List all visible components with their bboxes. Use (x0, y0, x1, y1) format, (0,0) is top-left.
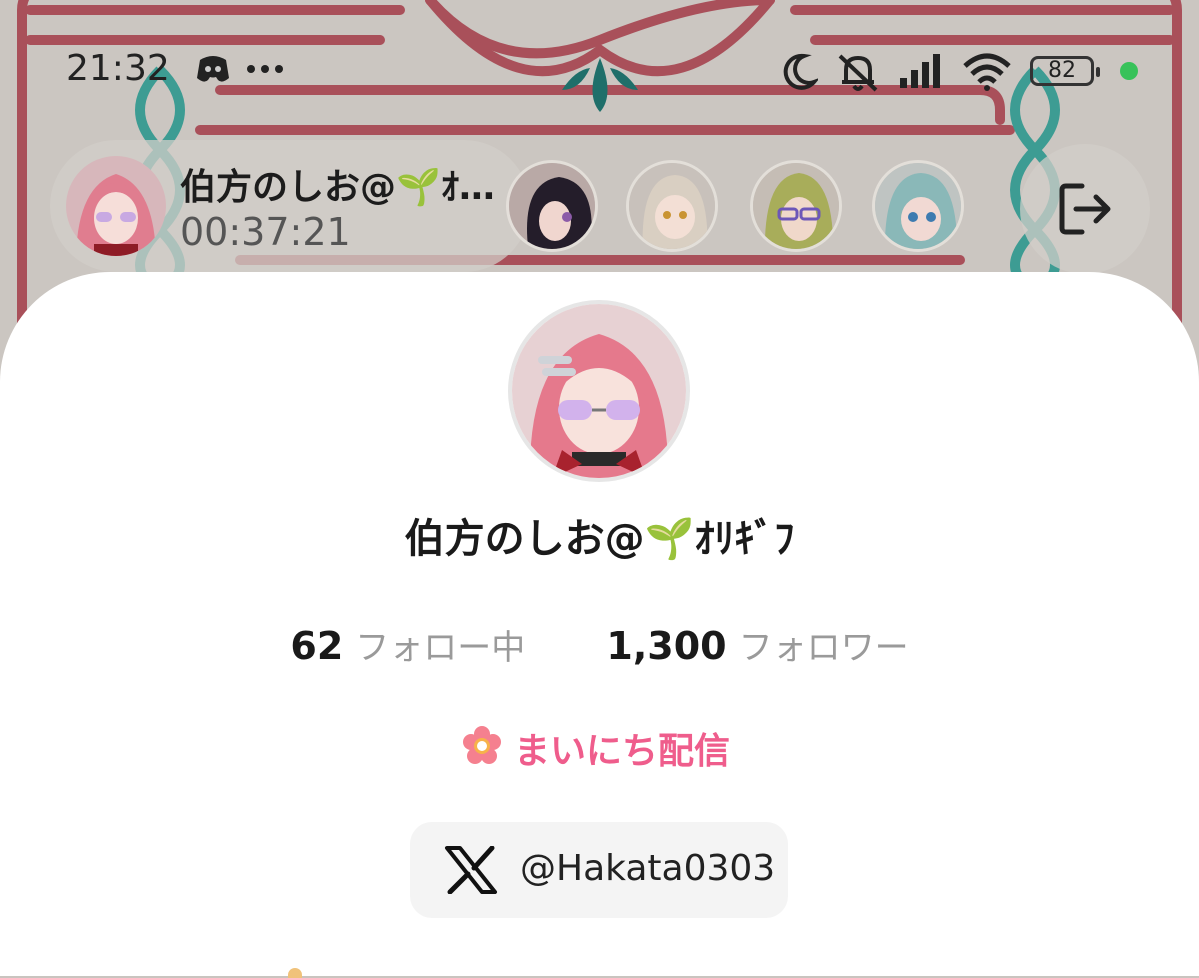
following-stat[interactable]: 62 フォロー中 (290, 620, 525, 669)
followers-count: 1,300 (606, 624, 727, 668)
mute-icon (838, 54, 878, 92)
flower-icon (463, 726, 501, 764)
x-logo-icon (445, 846, 497, 894)
followers-label: フォロワー (738, 628, 909, 668)
wifi-icon (963, 53, 1011, 91)
following-count: 62 (290, 624, 344, 668)
battery-indicator: 82 (1030, 56, 1100, 86)
viewer-avatar[interactable] (506, 160, 598, 252)
host-info-pill[interactable]: 伯方のしお@🌱ｵ… 00:37:21 (50, 140, 530, 272)
more-icon (247, 65, 283, 73)
moon-icon (783, 53, 818, 90)
status-bar: 21:32 82 (0, 40, 1199, 104)
viewer-avatar[interactable] (872, 160, 964, 252)
signal-icon (900, 54, 940, 88)
stream-timer: 00:37:21 (180, 210, 351, 254)
following-label: フォロー中 (355, 628, 526, 668)
x-handle: @Hakata0303 (520, 848, 776, 889)
profile-name: 伯方のしお@🌱ｵﾘｷﾞﾌ (404, 516, 795, 562)
privacy-dot (1120, 62, 1138, 80)
discord-icon (197, 56, 229, 82)
viewer-avatar[interactable] (626, 160, 718, 252)
followers-stat[interactable]: 1,300 フォロワー (606, 620, 908, 669)
exit-button[interactable] (1020, 144, 1150, 274)
profile-sheet: 伯方のしお@🌱ｵﾘｷﾞﾌ 62 フォロー中 1,300 フォロワー まいにち配信 @… (0, 272, 1199, 978)
profile-avatar (508, 300, 690, 482)
exit-icon (1059, 183, 1111, 235)
badge-label: まいにち配信 (514, 731, 731, 772)
host-avatar[interactable] (66, 156, 166, 256)
host-name: 伯方のしお@🌱ｵ… (180, 167, 495, 208)
follow-stats: 62 フォロー中 1,300 フォロワー (0, 620, 1199, 669)
viewer-avatar[interactable] (750, 160, 842, 252)
x-profile-link[interactable]: @Hakata0303 (410, 822, 788, 918)
clock: 21:32 (66, 48, 170, 89)
next-item-icon (288, 968, 302, 978)
